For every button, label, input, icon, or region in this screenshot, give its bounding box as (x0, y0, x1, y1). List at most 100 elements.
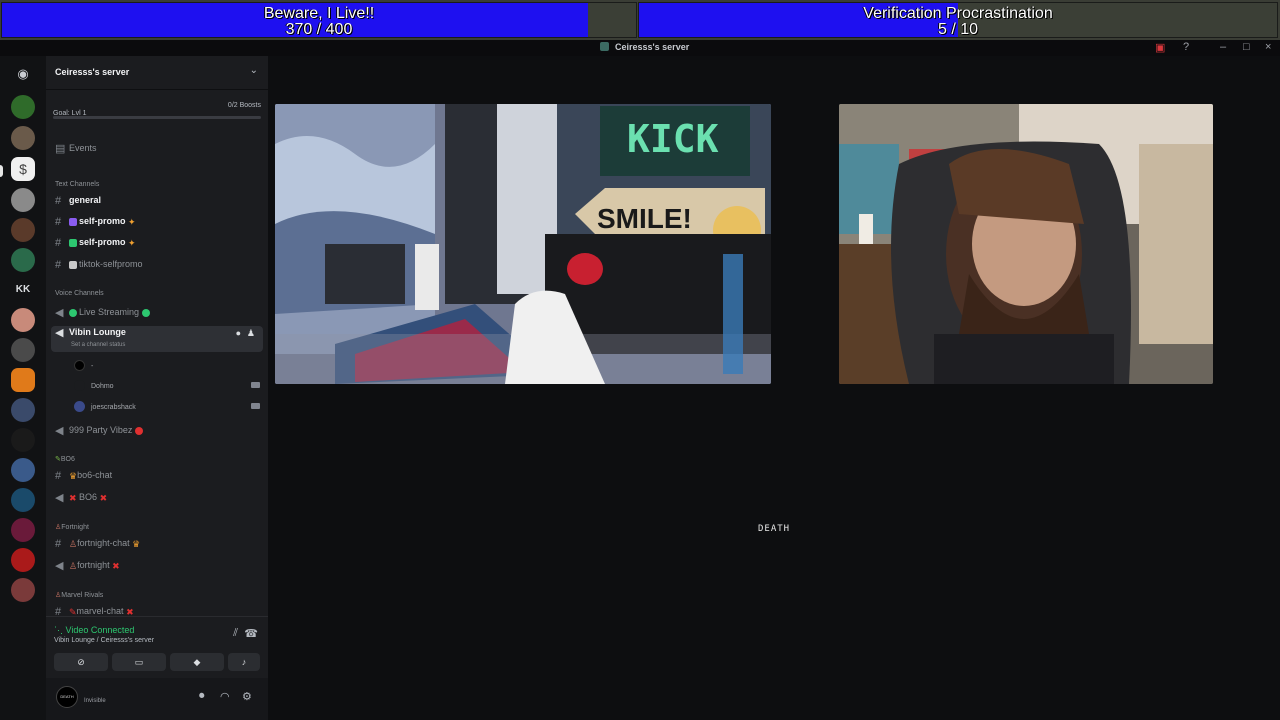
red-x-icon: ✖ (69, 493, 80, 503)
channel-bo6-chat[interactable]: # ♛bo6-chat (55, 470, 261, 486)
server-icon (600, 42, 609, 51)
help-icon[interactable]: ? (1183, 41, 1189, 53)
speaker-icon: ◀ (55, 327, 64, 339)
hash-icon: # (55, 259, 62, 271)
category-bo6[interactable]: ✎BO6 (55, 455, 75, 463)
channel-self-promo-2[interactable]: # self-promo ✦ (55, 237, 261, 253)
category-marvel-rivals[interactable]: ♙Marvel Rivals (55, 591, 103, 599)
events-item[interactable]: ▤ Events (55, 142, 261, 158)
server-icon[interactable] (11, 488, 35, 512)
voice-user[interactable]: joescrabshack (74, 401, 136, 415)
server-icon[interactable] (11, 368, 35, 392)
add-user-icon[interactable]: ♟ (247, 328, 255, 339)
video-tile-person[interactable] (839, 104, 1213, 384)
boost-progress-track (53, 116, 261, 119)
close-button[interactable]: × (1265, 41, 1271, 53)
channel-general[interactable]: # general (55, 195, 261, 211)
headphones-icon[interactable]: ◠ (220, 690, 230, 703)
trophy-icon: ♛ (69, 471, 78, 481)
voice-channel-vibin-lounge[interactable]: ◀ Vibin Lounge Set a channel status ● ♟ (51, 326, 263, 352)
maximize-button[interactable]: □ (1243, 41, 1250, 53)
server-icon[interactable] (11, 126, 35, 150)
hash-icon: # (55, 470, 62, 482)
hash-icon: # (55, 237, 62, 249)
gear-icon[interactable]: ⚙ (242, 690, 252, 703)
medal-icon: ✦ (125, 238, 136, 248)
server-icon[interactable] (11, 218, 35, 242)
channel-tiktok-selfpromo[interactable]: # tiktok-selfpromo (55, 259, 261, 275)
character-icon: ♙ (69, 539, 78, 549)
server-icon[interactable] (11, 578, 35, 602)
voice-user[interactable]: - (74, 360, 93, 374)
server-icon[interactable] (11, 398, 35, 422)
soundboard-button[interactable]: ♪ (228, 653, 260, 671)
category-fortnight[interactable]: ♙Fortnight (55, 523, 89, 531)
goal-bar-2: Verification Procrastination 5 / 10 (638, 2, 1278, 38)
user-status: Invisible (84, 698, 106, 704)
green-circle-icon (142, 309, 151, 317)
server-icon[interactable] (11, 248, 35, 272)
voice-channel-live-streaming[interactable]: ◀ Live Streaming (55, 306, 261, 322)
participant-label: DEATH (758, 524, 791, 534)
discord-home-icon[interactable]: ◉ (11, 62, 35, 86)
video-tile-room[interactable]: KICK SMILE! (275, 104, 771, 384)
screen-share-button[interactable]: ▭ (112, 653, 166, 671)
voice-user[interactable]: Dohmo (74, 380, 114, 394)
avatar (74, 380, 85, 391)
chevron-down-icon[interactable]: ⌄ (250, 65, 258, 76)
voice-connection-panel: ⋱ Video Connected Vibin Lounge / Ceiress… (46, 616, 268, 678)
boost-count: 0/2 Boosts (227, 102, 261, 109)
microphone-icon[interactable]: ⏺ (199, 690, 205, 703)
server-icon[interactable] (11, 95, 35, 119)
chat-bubble-icon[interactable]: ● (236, 328, 241, 338)
camera-off-icon: ⊘ (77, 657, 85, 667)
server-icon[interactable] (11, 458, 35, 482)
speaker-icon: ◀ (55, 307, 64, 319)
kk-server-icon[interactable]: KK (11, 278, 35, 302)
hash-icon: # (55, 216, 62, 228)
green-circle-icon (69, 309, 77, 317)
server-icon[interactable] (11, 338, 35, 362)
avatar (74, 401, 85, 412)
voice-channel-party-vibez[interactable]: ◀ 999 Party Vibez (55, 424, 261, 440)
svg-text:KICK: KICK (627, 117, 719, 161)
camera-off-button[interactable]: ⊘ (54, 653, 108, 671)
avatar (74, 360, 85, 371)
red-x-icon: ✖ (97, 493, 108, 503)
server-icon[interactable] (11, 548, 35, 572)
green-square-icon (69, 239, 77, 247)
avatar[interactable]: DEATH (56, 686, 78, 708)
server-icon[interactable] (11, 308, 35, 332)
channel-self-promo[interactable]: # self-promo ✦ (55, 216, 261, 232)
minimize-button[interactable]: – (1220, 41, 1226, 53)
activities-button[interactable]: ◆ (170, 653, 224, 671)
disconnect-icon[interactable]: ☎ (244, 627, 258, 640)
category-voice-channels[interactable]: Voice Channels (55, 290, 104, 297)
channel-fortnight-chat[interactable]: # ♙fortnight-chat ♛ (55, 538, 261, 554)
channel-status[interactable]: Set a channel status (71, 342, 125, 348)
server-header[interactable]: Ceiresss's server ⌄ (46, 56, 268, 90)
server-rail: ◉ $ KK (0, 56, 46, 720)
speaker-icon: ◀ (55, 425, 64, 437)
goal-2-title: Verification Procrastination (863, 5, 1053, 22)
boost-goal[interactable]: Goal: Lvl 1 0/2 Boosts (53, 102, 261, 120)
window-titlebar: Ceiresss's server ▣ ? – □ × (0, 40, 1280, 56)
camera-icon (251, 403, 260, 409)
noise-suppression-icon[interactable]: ⫽ (233, 627, 238, 640)
user-panel: DEATH Invisible ⏺ ◠ ⚙ (46, 678, 268, 720)
server-icon[interactable] (11, 518, 35, 542)
goal-1-progress: 370 / 400 (285, 21, 353, 38)
speaker-icon: ◀ (55, 492, 64, 504)
dollar-server-icon[interactable]: $ (11, 157, 35, 181)
goal-bar-1: Beware, I Live!! 370 / 400 (1, 2, 637, 38)
server-icon[interactable] (11, 428, 35, 452)
calendar-icon: ▤ (55, 143, 66, 155)
server-icon[interactable] (11, 188, 35, 212)
hash-icon: # (55, 538, 62, 550)
voice-location[interactable]: Vibin Lounge / Ceiresss's server (54, 637, 154, 644)
gamepad-icon: ◆ (193, 657, 201, 667)
voice-channel-fortnight[interactable]: ◀ ♙fortnight ✖ (55, 559, 261, 575)
inbox-icon[interactable]: ▣ (1155, 41, 1165, 54)
category-text-channels[interactable]: Text Channels (55, 181, 99, 188)
voice-channel-bo6[interactable]: ◀ ✖ BO6 ✖ (55, 491, 261, 507)
